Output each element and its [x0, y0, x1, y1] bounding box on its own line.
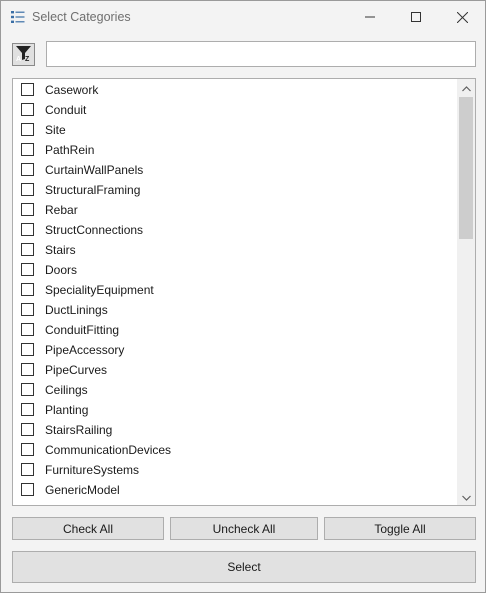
category-label: Site — [45, 123, 66, 137]
category-label: Doors — [45, 263, 78, 277]
list-item[interactable]: StructuralFraming — [13, 180, 457, 200]
close-button[interactable] — [439, 1, 485, 33]
category-checkbox[interactable] — [21, 163, 34, 176]
list-item[interactable]: Site — [13, 120, 457, 140]
close-icon — [456, 11, 468, 23]
sort-az-icon: A Z — [15, 45, 32, 65]
category-label: StairsRailing — [45, 423, 113, 437]
list-item[interactable]: GenericModel — [13, 480, 457, 500]
list-item[interactable]: Ceilings — [13, 380, 457, 400]
category-label: PipeCurves — [45, 363, 108, 377]
category-checkbox[interactable] — [21, 303, 34, 316]
title-bar[interactable]: Select Categories — [1, 1, 485, 33]
category-label: Planting — [45, 403, 89, 417]
category-label: StructConnections — [45, 223, 144, 237]
category-label: Stairs — [45, 243, 76, 257]
window-title: Select Categories — [32, 10, 131, 24]
category-checkbox[interactable] — [21, 223, 34, 236]
category-checkbox[interactable] — [21, 383, 34, 396]
select-button[interactable]: Select — [12, 551, 476, 583]
list-item[interactable]: Casework — [13, 80, 457, 100]
chevron-up-icon — [461, 81, 471, 95]
minimize-button[interactable] — [347, 1, 393, 33]
list-item[interactable]: SpecialityEquipment — [13, 280, 457, 300]
maximize-button[interactable] — [393, 1, 439, 33]
list-item[interactable]: PathRein — [13, 140, 457, 160]
category-label: PipeAccessory — [45, 343, 125, 357]
list-item[interactable]: FurnitureSystems — [13, 460, 457, 480]
list-item[interactable]: CurtainWallPanels — [13, 160, 457, 180]
category-label: CurtainWallPanels — [45, 163, 144, 177]
category-checkbox[interactable] — [21, 263, 34, 276]
list-item[interactable]: Doors — [13, 260, 457, 280]
vertical-scrollbar[interactable] — [457, 79, 475, 505]
check-all-button[interactable]: Check All — [12, 517, 164, 540]
toggle-all-button[interactable]: Toggle All — [324, 517, 476, 540]
category-label: GenericModel — [45, 483, 120, 497]
category-checkbox[interactable] — [21, 403, 34, 416]
category-checkbox[interactable] — [21, 283, 34, 296]
category-checkbox[interactable] — [21, 243, 34, 256]
sort-az-button[interactable]: A Z — [12, 43, 35, 66]
scrollbar-thumb[interactable] — [459, 97, 473, 239]
category-label: FurnitureSystems — [45, 463, 140, 477]
category-checkbox[interactable] — [21, 323, 34, 336]
category-checkbox[interactable] — [21, 363, 34, 376]
category-label: CommunicationDevices — [45, 443, 172, 457]
list-item[interactable]: ConduitFitting — [13, 320, 457, 340]
list-item[interactable]: PipeAccessory — [13, 340, 457, 360]
category-checkbox[interactable] — [21, 83, 34, 96]
category-list[interactable]: Casework Conduit Site PathRein CurtainWallPa… — [12, 78, 476, 506]
minimize-icon — [365, 12, 375, 22]
uncheck-all-button[interactable]: Uncheck All — [170, 517, 318, 540]
list-item[interactable]: StairsRailing — [13, 420, 457, 440]
category-label: DuctLinings — [45, 303, 108, 317]
category-list-items: Casework Conduit Site PathRein CurtainWallPa… — [13, 79, 457, 505]
list-icon — [11, 10, 25, 24]
category-label: Ceilings — [45, 383, 88, 397]
category-checkbox[interactable] — [21, 443, 34, 456]
category-label: Casework — [45, 83, 99, 97]
select-categories-window: Select Categories A Z Casework Conduit S… — [0, 0, 486, 593]
category-label: SpecialityEquipment — [45, 283, 154, 297]
list-item[interactable]: PipeCurves — [13, 360, 457, 380]
svg-text:A: A — [16, 56, 21, 62]
scroll-up-button[interactable] — [457, 79, 475, 96]
category-checkbox[interactable] — [21, 203, 34, 216]
category-label: StructuralFraming — [45, 183, 141, 197]
category-checkbox[interactable] — [21, 483, 34, 496]
category-checkbox[interactable] — [21, 103, 34, 116]
category-checkbox[interactable] — [21, 423, 34, 436]
list-item[interactable]: CommunicationDevices — [13, 440, 457, 460]
category-checkbox[interactable] — [21, 343, 34, 356]
list-item[interactable]: StructConnections — [13, 220, 457, 240]
category-label: Conduit — [45, 103, 87, 117]
category-label: ConduitFitting — [45, 323, 120, 337]
category-checkbox[interactable] — [21, 143, 34, 156]
svg-text:Z: Z — [25, 56, 30, 62]
list-item[interactable]: Rebar — [13, 200, 457, 220]
search-input[interactable] — [46, 41, 476, 67]
scroll-down-button[interactable] — [457, 488, 475, 505]
list-item[interactable]: Stairs — [13, 240, 457, 260]
category-checkbox[interactable] — [21, 183, 34, 196]
category-checkbox[interactable] — [21, 123, 34, 136]
list-item[interactable]: Planting — [13, 400, 457, 420]
chevron-down-icon — [461, 490, 471, 504]
list-item[interactable]: DuctLinings — [13, 300, 457, 320]
category-label: Rebar — [45, 203, 78, 217]
maximize-icon — [411, 12, 421, 22]
category-label: PathRein — [45, 143, 95, 157]
category-checkbox[interactable] — [21, 463, 34, 476]
list-item[interactable]: Conduit — [13, 100, 457, 120]
